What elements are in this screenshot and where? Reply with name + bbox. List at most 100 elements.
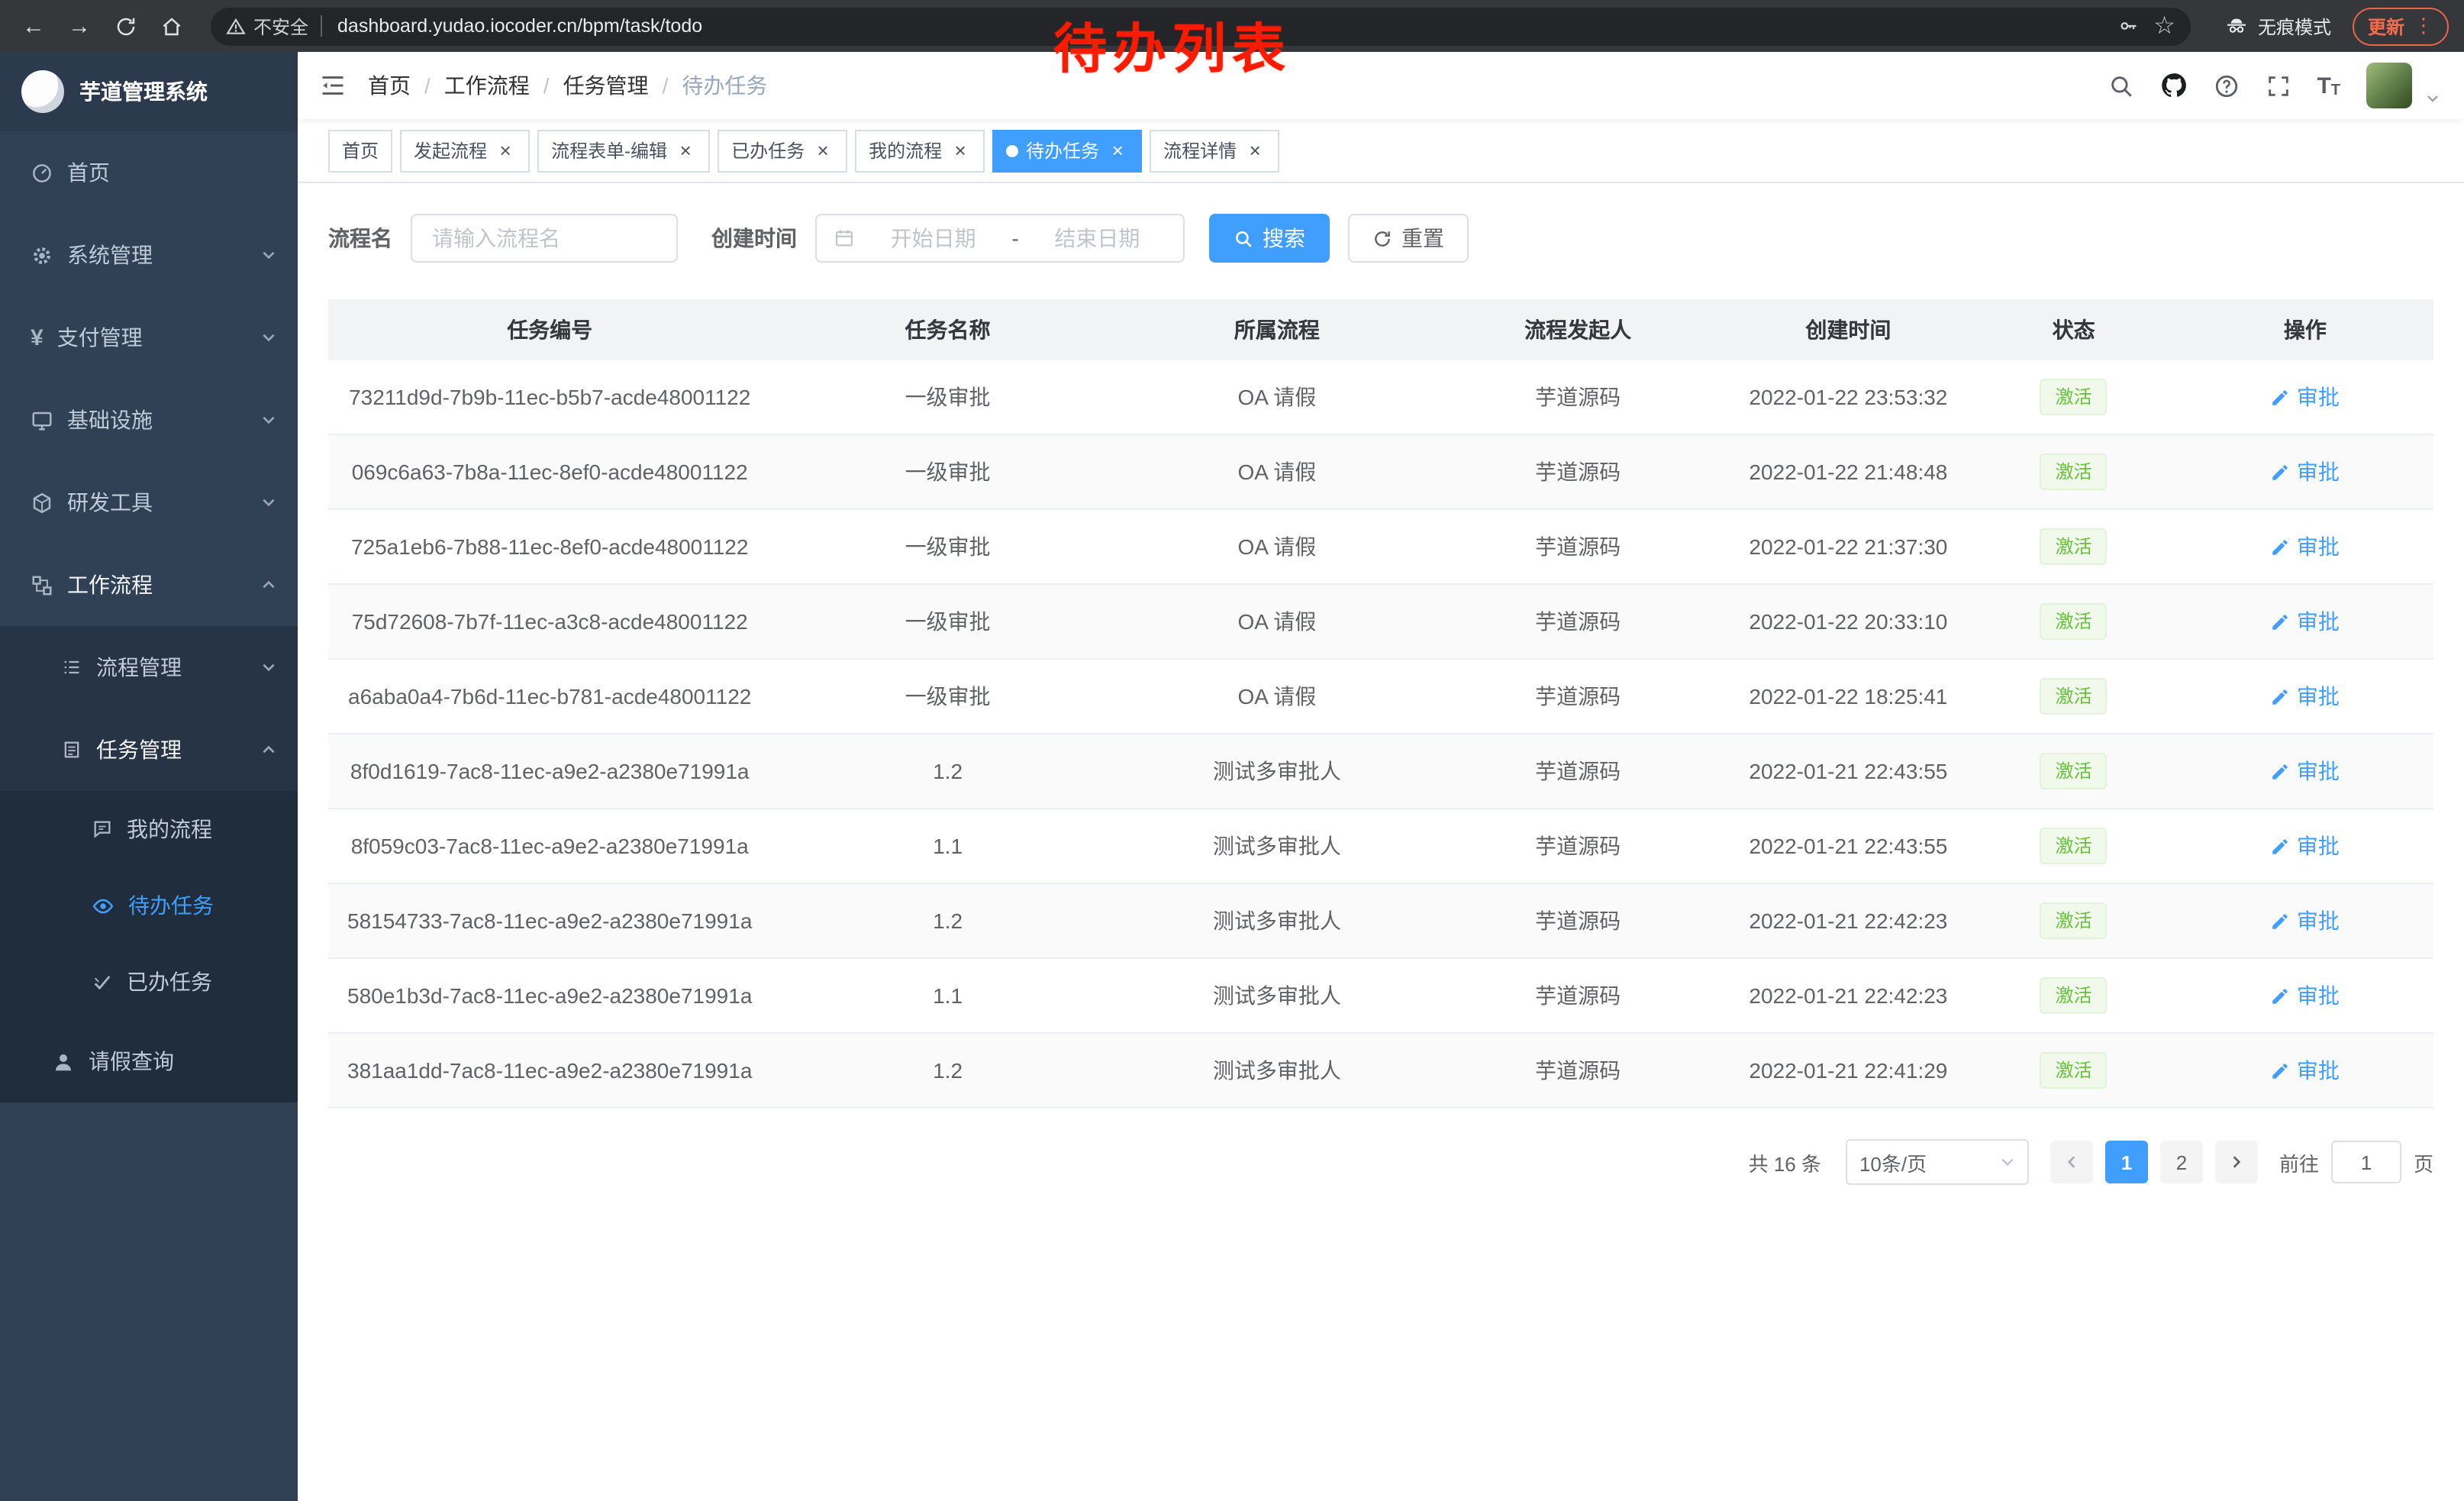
sidebar-item-infrastructure[interactable]: 基础设施 (0, 379, 298, 461)
incognito-badge: 无痕模式 (2212, 13, 2343, 39)
update-button[interactable]: 更新 ⋮ (2353, 7, 2449, 45)
font-size-icon[interactable]: TT (2317, 73, 2340, 98)
pagination: 共 16 条 10条/页 12 前往 页 (328, 1139, 2433, 1185)
search-icon[interactable] (2108, 73, 2133, 98)
avatar[interactable] (2366, 63, 2412, 108)
approve-link[interactable]: 审批 (2271, 980, 2340, 1011)
breadcrumb-item[interactable]: 首页 (368, 70, 411, 101)
tab[interactable]: 已办任务× (718, 129, 847, 172)
task-name-cell: 一级审批 (771, 584, 1124, 659)
task-id-cell: 381aa1dd-7ac8-11ec-a9e2-a2380e71991a (328, 1033, 771, 1108)
approve-link[interactable]: 审批 (2271, 606, 2340, 637)
status-cell: 激活 (1971, 883, 2177, 958)
tab[interactable]: 我的流程 × (855, 129, 985, 172)
start-date-placeholder[interactable]: 开始日期 (864, 223, 1002, 253)
approve-link[interactable]: 审批 (2271, 681, 2340, 712)
sidebar-item-devtools[interactable]: 研发工具 (0, 461, 298, 544)
breadcrumb-item[interactable]: 任务管理 (563, 70, 649, 101)
menu-dots-icon[interactable]: ⋮ (2414, 14, 2433, 38)
tab-close-icon[interactable]: × (812, 140, 834, 161)
breadcrumb-separator: / (543, 73, 550, 98)
prev-page-button[interactable] (2050, 1141, 2093, 1183)
tab[interactable]: 待办任务× (992, 129, 1142, 172)
sidebar-item-task-management[interactable]: 任务管理 (0, 709, 298, 791)
process-cell: 测试多审批人 (1124, 883, 1430, 958)
process-name-input[interactable] (429, 224, 660, 252)
action-cell: 审批 (2177, 958, 2433, 1033)
bookmark-star-icon[interactable]: ☆ (2153, 11, 2175, 41)
approve-link[interactable]: 审批 (2271, 382, 2340, 412)
not-secure-warning-icon (226, 16, 246, 36)
goto-page-input[interactable] (2331, 1141, 2401, 1183)
approve-link-label: 审批 (2297, 382, 2340, 412)
reset-button[interactable]: 重置 (1348, 214, 1469, 263)
user-icon (52, 1050, 75, 1073)
task-id-cell: 069c6a63-7b8a-11ec-8ef0-acde48001122 (328, 434, 771, 509)
tab-label: 我的流程 (869, 137, 942, 163)
next-page-button[interactable] (2215, 1141, 2258, 1183)
tab[interactable]: 首页 (328, 129, 392, 172)
created-time-cell: 2022-01-21 22:43:55 (1726, 734, 1970, 809)
tab-close-icon[interactable]: × (1244, 140, 1266, 161)
end-date-placeholder[interactable]: 结束日期 (1028, 223, 1166, 253)
edit-icon (2271, 761, 2291, 781)
table-row: 580e1b3d-7ac8-11ec-a9e2-a2380e71991a1.1测… (328, 958, 2433, 1033)
sidebar-item-process-management[interactable]: 流程管理 (0, 626, 298, 709)
approve-link[interactable]: 审批 (2271, 457, 2340, 487)
tab-close-icon[interactable]: × (495, 140, 516, 161)
initiator-cell: 芋道源码 (1430, 809, 1726, 883)
page-button-2[interactable]: 2 (2160, 1141, 2203, 1183)
tab[interactable]: 流程表单-编辑× (537, 129, 710, 172)
home-icon[interactable] (153, 8, 189, 44)
date-range-picker[interactable]: 开始日期 - 结束日期 (815, 214, 1185, 263)
task-id-cell: a6aba0a4-7b6d-11ec-b781-acde48001122 (328, 659, 771, 734)
sidebar-toggle-icon[interactable] (319, 72, 347, 99)
created-time-cell: 2022-01-21 22:42:23 (1726, 958, 1970, 1033)
breadcrumb-item[interactable]: 工作流程 (444, 70, 530, 101)
forward-icon[interactable]: → (61, 8, 98, 44)
sidebar-item-workflow[interactable]: 工作流程 (0, 544, 298, 626)
action-cell: 审批 (2177, 434, 2433, 509)
page-button-1[interactable]: 1 (2105, 1141, 2148, 1183)
tab[interactable]: 发起流程× (400, 129, 530, 172)
sidebar-item-done-tasks[interactable]: 已办任务 (0, 944, 298, 1020)
approve-link[interactable]: 审批 (2271, 905, 2340, 936)
app-logo-row[interactable]: 芋道管理系统 (0, 52, 298, 131)
sidebar-item-my-process[interactable]: 我的流程 (0, 791, 298, 867)
fullscreen-icon[interactable] (2265, 73, 2291, 98)
sidebar-item-leave-query[interactable]: 请假查询 (0, 1020, 298, 1102)
security-label[interactable]: 不安全 (253, 13, 308, 39)
sidebar-item-system[interactable]: 系统管理 (0, 214, 298, 296)
page-size-select[interactable]: 10条/页 (1846, 1139, 2029, 1185)
help-icon[interactable] (2213, 73, 2239, 98)
status-badge: 激活 (2040, 1052, 2108, 1089)
reload-icon[interactable] (107, 8, 144, 44)
approve-link[interactable]: 审批 (2271, 531, 2340, 562)
process-cell: 测试多审批人 (1124, 809, 1430, 883)
sidebar-item-todo-tasks[interactable]: 待办任务 (0, 867, 298, 944)
approve-link[interactable]: 审批 (2271, 756, 2340, 786)
approve-link[interactable]: 审批 (2271, 1055, 2340, 1086)
tab-close-icon[interactable]: × (675, 140, 696, 161)
sidebar-item-label: 支付管理 (57, 322, 143, 353)
tab[interactable]: 流程详情× (1150, 129, 1279, 172)
task-id-cell: 75d72608-7b7f-11ec-a3c8-acde48001122 (328, 584, 771, 659)
process-cell: OA 请假 (1124, 434, 1430, 509)
tab-close-icon[interactable]: × (1107, 140, 1128, 161)
sidebar-item-label: 任务管理 (96, 734, 182, 765)
sidebar-item-payment[interactable]: ¥ 支付管理 (0, 296, 298, 379)
search-button[interactable]: 搜索 (1209, 214, 1330, 263)
created-time-cell: 2022-01-22 23:53:32 (1726, 360, 1970, 434)
tab-close-icon[interactable]: × (950, 140, 971, 161)
approve-link[interactable]: 审批 (2271, 831, 2340, 861)
omnibox-divider (321, 15, 322, 37)
column-header: 任务名称 (771, 299, 1124, 360)
key-icon[interactable] (2117, 15, 2138, 37)
initiator-cell: 芋道源码 (1430, 883, 1726, 958)
back-icon[interactable]: ← (15, 8, 52, 44)
sidebar-item-label: 我的流程 (127, 814, 212, 844)
table-row: 73211d9d-7b9b-11ec-b5b7-acde48001122一级审批… (328, 360, 2433, 434)
sidebar-item-home[interactable]: 首页 (0, 131, 298, 214)
avatar-caret-down-icon[interactable] (2426, 92, 2440, 108)
github-icon[interactable] (2159, 72, 2187, 99)
